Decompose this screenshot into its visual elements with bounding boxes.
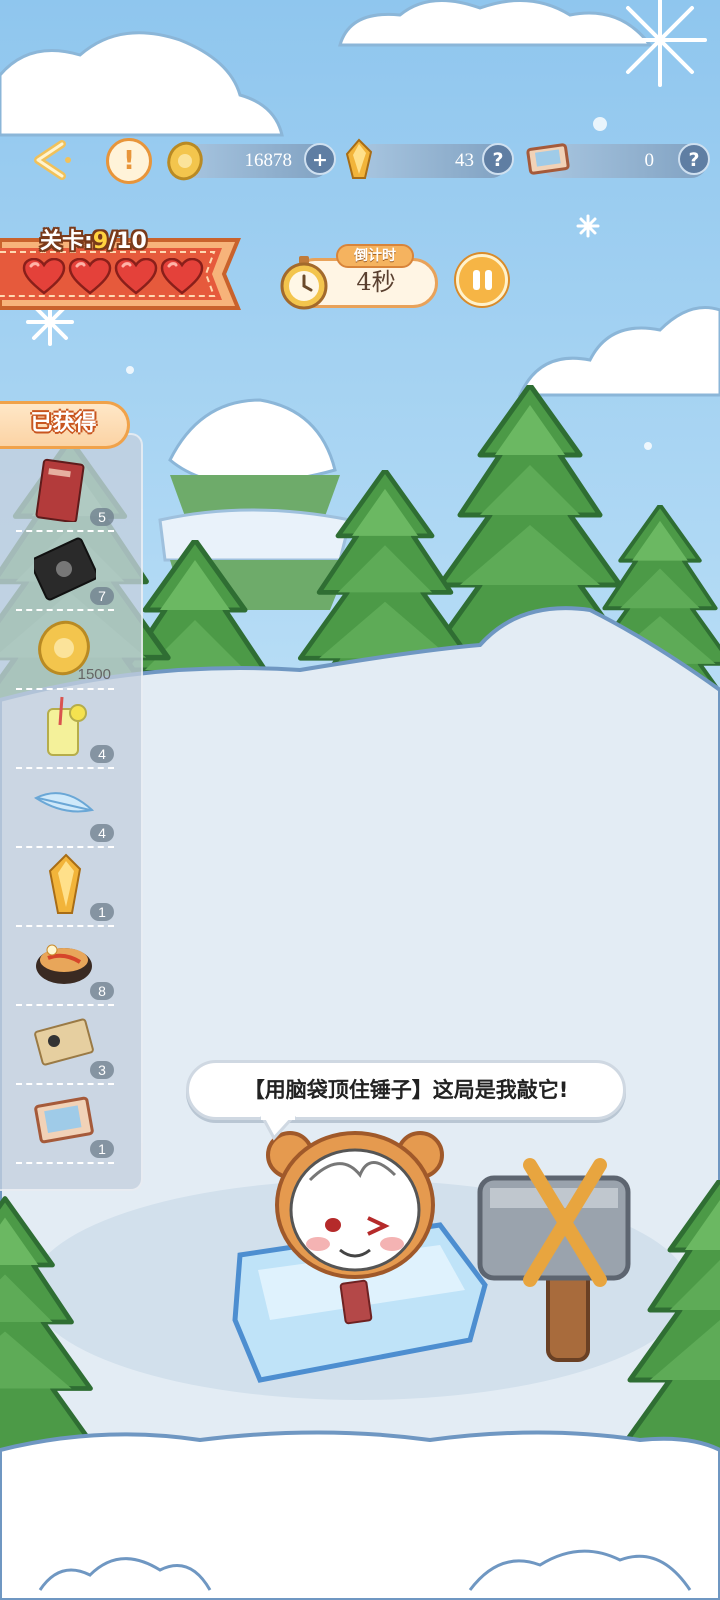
item-count: 3 [90, 1061, 114, 1079]
back-button[interactable] [24, 138, 80, 182]
heart-icon [68, 258, 112, 295]
exclamation-icon: ! [123, 146, 135, 176]
item-count: 1 [90, 1140, 114, 1158]
red-book-icon [35, 458, 85, 522]
heart-icon [160, 258, 204, 295]
level-prefix: 关卡: [40, 229, 93, 254]
obtained-item[interactable]: 5 [16, 452, 114, 532]
item-count: 5 [90, 508, 114, 526]
add-coins-button[interactable]: + [304, 143, 336, 175]
food-bowl-icon [36, 944, 92, 984]
speech-bubble-tail [260, 1116, 297, 1141]
back-arrow-icon [34, 140, 71, 180]
black-card-icon [34, 537, 96, 601]
crystal-icon [48, 853, 82, 914]
obtained-item[interactable]: 1 [16, 1084, 114, 1164]
heart-icon [22, 258, 66, 295]
obtained-item[interactable]: 1500 [16, 610, 114, 690]
question-icon: ? [492, 149, 504, 171]
item-count: 7 [90, 587, 114, 605]
ticket-value: 0 [644, 150, 655, 171]
item-count: 4 [90, 824, 114, 842]
pause-button[interactable] [456, 254, 508, 306]
heart-icon [114, 258, 158, 295]
feather-icon [34, 792, 95, 813]
crystal-help-button[interactable]: ? [482, 143, 514, 175]
ticket-icon [526, 143, 570, 175]
item-count: 4 [90, 745, 114, 763]
coin-icon [167, 141, 203, 181]
obtained-item[interactable]: 7 [16, 531, 114, 611]
coin-value: 16878 [244, 150, 293, 171]
postcard-icon [34, 1096, 94, 1144]
level-total: /10 [108, 229, 147, 254]
item-count: 8 [90, 982, 114, 1000]
obtained-item[interactable]: 1 [16, 847, 114, 927]
question-icon: ? [688, 149, 700, 171]
obtained-item[interactable]: 3 [16, 1005, 114, 1085]
speech-bubble: 【用脑袋顶住锤子】这局是我敲它! [186, 1060, 626, 1120]
obtained-item[interactable]: 4 [16, 768, 114, 848]
ticket-paper-icon [34, 1018, 94, 1066]
plus-icon: + [312, 149, 328, 171]
obtained-title: 已获得 [0, 401, 130, 449]
crystal-icon [345, 138, 373, 179]
item-count: 1500 [77, 666, 111, 683]
lives [22, 258, 212, 296]
timer-title: 倒计时 [336, 244, 414, 268]
ticket-help-button[interactable]: ? [678, 143, 710, 175]
stopwatch-icon [280, 256, 328, 310]
timer-value: 4秒 [356, 268, 396, 296]
obtained-item[interactable]: 4 [16, 689, 114, 769]
crystal-value: 43 [455, 150, 474, 171]
item-count: 1 [90, 903, 114, 921]
level-indicator: 关卡:9/10 [40, 223, 147, 255]
level-current: 9 [92, 229, 109, 254]
obtained-item[interactable]: 8 [16, 926, 114, 1006]
lemonade-icon [47, 696, 87, 756]
alert-button[interactable]: ! [106, 138, 152, 184]
